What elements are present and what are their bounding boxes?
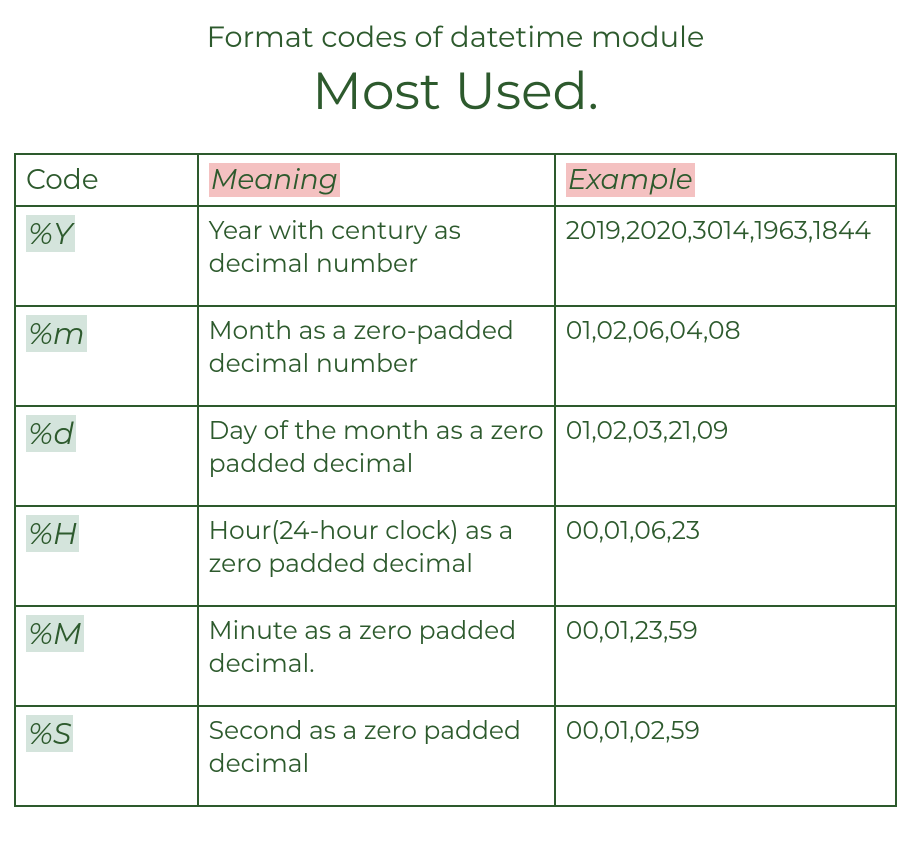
cell-example: 00,01,02,59 [555,706,896,806]
cell-example: 00,01,06,23 [555,506,896,606]
table-header-row: Code Meaning Example [15,154,896,206]
cell-meaning: Month as a zero-padded decimal number [198,306,555,406]
cell-meaning: Second as a zero padded decimal [198,706,555,806]
cell-code: %H [15,506,198,606]
cell-meaning: Year with century as decimal number [198,206,555,306]
table-row: %H Hour(24-hour clock) as a zero padded … [15,506,896,606]
table-row: %d Day of the month as a zero padded dec… [15,406,896,506]
cell-code: %M [15,606,198,706]
cell-code: %Y [15,206,198,306]
cell-example: 01,02,03,21,09 [555,406,896,506]
cell-example: 2019,2020,3014,1963,1844 [555,206,896,306]
page-title: Most Used. [14,60,897,123]
cell-example: 01,02,06,04,08 [555,306,896,406]
cell-meaning: Hour(24-hour clock) as a zero padded dec… [198,506,555,606]
header: Format codes of datetime module Most Use… [14,20,897,123]
cell-code: %m [15,306,198,406]
cell-code: %d [15,406,198,506]
header-meaning: Meaning [198,154,555,206]
table-row: %M Minute as a zero padded decimal. 00,0… [15,606,896,706]
table-row: %S Second as a zero padded decimal 00,01… [15,706,896,806]
format-codes-table: Code Meaning Example %Y Year with centur… [14,153,897,807]
table-row: %Y Year with century as decimal number 2… [15,206,896,306]
header-example: Example [555,154,896,206]
cell-example: 00,01,23,59 [555,606,896,706]
cell-meaning: Minute as a zero padded decimal. [198,606,555,706]
cell-meaning: Day of the month as a zero padded decima… [198,406,555,506]
table-row: %m Month as a zero-padded decimal number… [15,306,896,406]
header-code: Code [15,154,198,206]
page-subtitle: Format codes of datetime module [14,20,897,55]
cell-code: %S [15,706,198,806]
